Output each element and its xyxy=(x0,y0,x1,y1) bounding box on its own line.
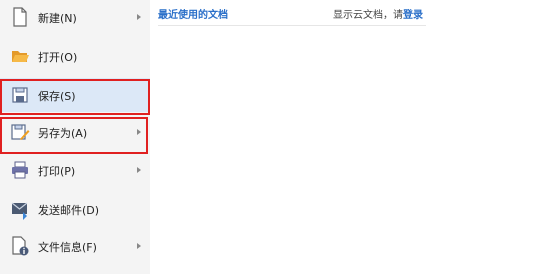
new-document-icon xyxy=(10,6,30,28)
save-icon xyxy=(10,84,30,106)
menu-item-label: 文件信息(F) xyxy=(38,241,97,254)
menu-item-send-mail[interactable]: 发送邮件(D) xyxy=(0,192,150,226)
submenu-arrow-icon xyxy=(137,243,141,249)
menu-item-label: 保存(S) xyxy=(38,90,76,103)
submenu-arrow-icon xyxy=(137,167,141,173)
submenu-arrow-icon xyxy=(137,129,141,135)
cloud-documents-hint: 显示云文档，请登录 xyxy=(333,6,423,21)
menu-item-print[interactable]: 打印(P) xyxy=(0,153,150,187)
menu-item-label: 新建(N) xyxy=(38,12,77,25)
file-menu: 新建(N) 打开(O) 保存(S) 另存为(A) 打印(P) 发送邮件(D) 文… xyxy=(0,0,150,274)
menu-item-save-as[interactable]: 另存为(A) xyxy=(0,115,150,149)
menu-item-label: 另存为(A) xyxy=(38,127,88,140)
file-info-icon xyxy=(10,235,30,257)
mail-send-icon xyxy=(10,198,30,220)
printer-icon xyxy=(10,159,30,181)
cloud-hint-text: 显示云文档，请 xyxy=(333,10,403,21)
save-as-icon xyxy=(10,121,30,143)
submenu-arrow-icon xyxy=(137,14,141,20)
recent-documents-title: 最近使用的文档 xyxy=(158,10,228,21)
menu-item-label: 打印(P) xyxy=(38,165,76,178)
menu-item-open[interactable]: 打开(O) xyxy=(0,39,150,73)
menu-item-label: 发送邮件(D) xyxy=(38,204,100,217)
menu-item-file-info[interactable]: 文件信息(F) xyxy=(0,229,150,263)
folder-open-icon xyxy=(10,45,30,67)
menu-item-label: 打开(O) xyxy=(38,51,78,64)
recent-documents-panel: 最近使用的文档 显示云文档，请登录 xyxy=(150,0,550,274)
menu-item-save[interactable]: 保存(S) xyxy=(0,78,150,112)
menu-item-new[interactable]: 新建(N) xyxy=(0,0,150,34)
login-link[interactable]: 登录 xyxy=(403,10,423,21)
divider xyxy=(158,25,426,26)
